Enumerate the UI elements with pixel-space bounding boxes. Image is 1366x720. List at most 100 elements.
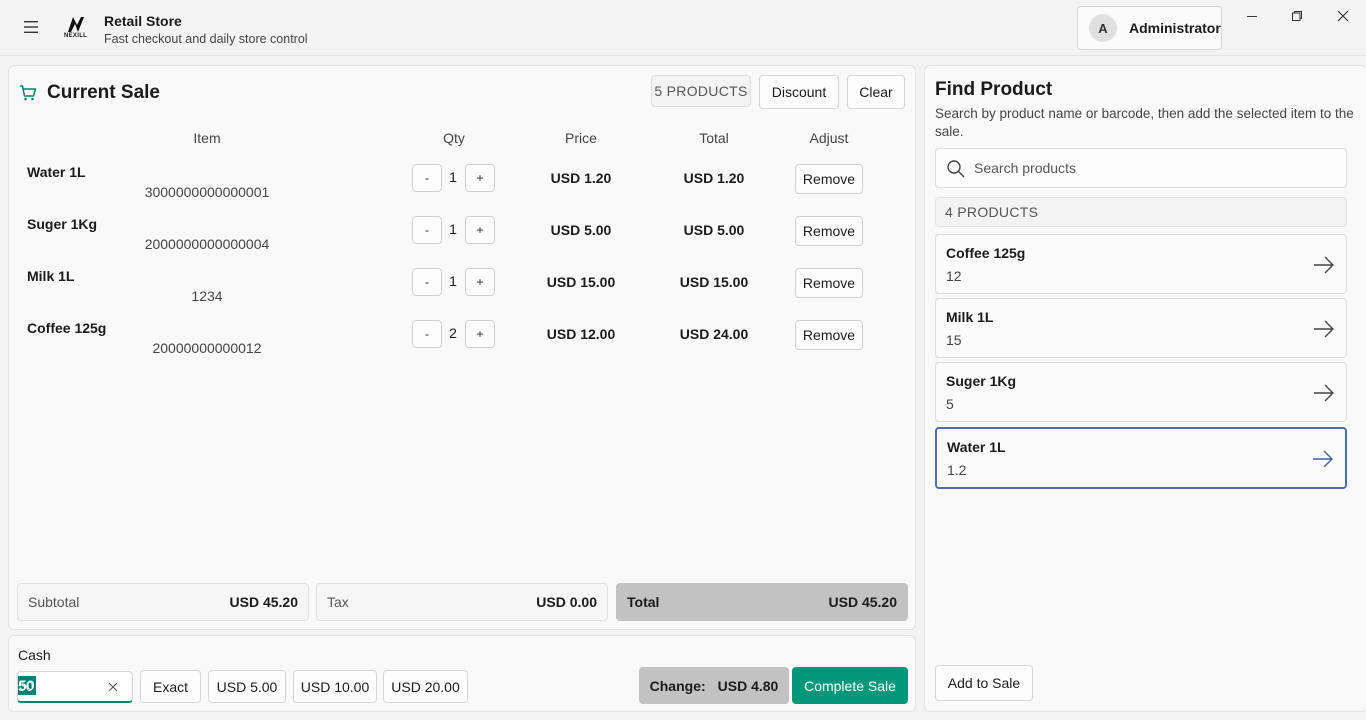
total-box: Total USD 45.20 [616, 583, 908, 621]
subtotal-value: USD 45.20 [229, 594, 298, 610]
arrow-right-icon [1314, 384, 1334, 402]
cash-input-field[interactable]: 50 [17, 671, 133, 703]
subtotal-label: Subtotal [28, 594, 80, 610]
item-name: Milk 1L [27, 268, 75, 284]
increase-qty-button[interactable]: + [465, 320, 495, 348]
product-card-water[interactable]: Water 1L 1.2 [935, 427, 1347, 489]
cash-input[interactable] [18, 672, 102, 700]
sale-header: Current Sale [19, 82, 160, 104]
cash-label: Cash [18, 647, 51, 663]
clear-button[interactable]: Clear [847, 75, 905, 109]
increase-qty-button[interactable]: + [465, 164, 495, 192]
table-row: Water 1L 3000000000000001 - 1 + USD 1.20… [9, 164, 915, 216]
payment-panel: Cash 50 Exact USD 5.00 USD 10.00 USD 20.… [8, 635, 916, 712]
minimize-icon[interactable] [1240, 6, 1264, 26]
page-title: Current Sale [47, 82, 160, 103]
item-barcode: 3000000000000001 [144, 184, 270, 200]
increase-qty-button[interactable]: + [465, 216, 495, 244]
table-row: Milk 1L 1234 - 1 + USD 15.00 USD 15.00 R… [9, 268, 915, 320]
complete-sale-button[interactable]: Complete Sale [792, 667, 908, 704]
quick-cash-10-button[interactable]: USD 10.00 [293, 670, 377, 703]
add-to-sale-button[interactable]: Add to Sale [935, 665, 1033, 701]
restore-icon[interactable] [1285, 6, 1309, 26]
decrease-qty-button[interactable]: - [412, 164, 442, 192]
item-total: USD 1.20 [683, 170, 745, 186]
clear-input-icon[interactable] [104, 678, 122, 696]
qty-value: 2 [449, 325, 457, 341]
avatar: A [1089, 14, 1117, 42]
product-price: 12 [946, 268, 962, 284]
qty-value: 1 [449, 273, 457, 289]
product-card-milk[interactable]: Milk 1L 15 [935, 298, 1347, 358]
products-count-badge: 5 PRODUCTS [651, 75, 751, 107]
item-name: Coffee 125g [27, 320, 107, 336]
product-name: Coffee 125g [946, 245, 1026, 261]
logo-text: NEXILL [64, 33, 88, 39]
total-value: USD 45.20 [828, 594, 897, 610]
product-card-suger[interactable]: Suger 1Kg 5 [935, 362, 1347, 422]
item-price: USD 12.00 [546, 326, 616, 342]
decrease-qty-button[interactable]: - [412, 320, 442, 348]
find-product-description: Search by product name or barcode, then … [935, 106, 1354, 139]
product-name: Milk 1L [946, 309, 994, 325]
arrow-right-icon [1313, 450, 1333, 468]
product-price: 1.2 [947, 462, 967, 478]
product-name: Water 1L [947, 439, 1006, 455]
remove-item-button[interactable]: Remove [795, 268, 863, 298]
exact-cash-button[interactable]: Exact [140, 670, 201, 703]
subtotal-box: Subtotal USD 45.20 [17, 583, 309, 621]
item-name: Suger 1Kg [27, 216, 98, 232]
current-sale-panel: Current Sale 5 PRODUCTS Discount Clear I… [8, 65, 916, 630]
table-row: Coffee 125g 20000000000012 - 2 + USD 12.… [9, 320, 915, 372]
item-total: USD 5.00 [683, 222, 745, 238]
increase-qty-button[interactable]: + [465, 268, 495, 296]
user-menu-button[interactable]: A Administrator [1077, 6, 1222, 50]
user-name: Administrator [1129, 20, 1221, 36]
arrow-right-icon [1314, 320, 1334, 338]
qty-value: 1 [449, 169, 457, 185]
tax-box: Tax USD 0.00 [316, 583, 608, 621]
remove-item-button[interactable]: Remove [795, 216, 863, 246]
decrease-qty-button[interactable]: - [412, 268, 442, 296]
total-label: Total [627, 594, 660, 610]
cart-icon [20, 85, 37, 101]
product-price: 5 [946, 396, 954, 412]
item-barcode: 20000000000012 [152, 340, 262, 356]
arrow-right-icon [1314, 256, 1334, 274]
item-price: USD 1.20 [550, 170, 612, 186]
product-name: Suger 1Kg [946, 373, 1017, 389]
remove-item-button[interactable]: Remove [795, 320, 863, 350]
app-subtitle: Fast checkout and daily store control [104, 32, 308, 46]
search-input[interactable] [974, 153, 1334, 183]
find-product-panel: Find Product Search by product name or b… [924, 65, 1366, 712]
change-display: Change: USD 4.80 [639, 667, 789, 704]
find-product-title: Find Product [935, 79, 1053, 100]
change-label: Change: [649, 677, 706, 694]
close-icon[interactable] [1331, 6, 1355, 26]
table-row: Suger 1Kg 2000000000000004 - 1 + USD 5.0… [9, 216, 915, 268]
search-box[interactable] [935, 148, 1347, 188]
column-header-price: Price [565, 130, 597, 146]
remove-item-button[interactable]: Remove [795, 164, 863, 194]
app-title: Retail Store [104, 13, 182, 29]
column-header-item: Item [193, 130, 221, 146]
column-header-qty: Qty [443, 130, 465, 146]
discount-button[interactable]: Discount [759, 75, 839, 109]
quick-cash-5-button[interactable]: USD 5.00 [208, 670, 286, 703]
item-name: Water 1L [27, 164, 86, 180]
item-total: USD 24.00 [679, 326, 749, 342]
decrease-qty-button[interactable]: - [412, 216, 442, 244]
search-icon [947, 160, 965, 178]
tax-value: USD 0.00 [536, 594, 597, 610]
change-value: USD 4.80 [717, 677, 779, 694]
item-price: USD 15.00 [546, 274, 616, 290]
item-barcode: 1234 [191, 288, 223, 304]
product-card-coffee[interactable]: Coffee 125g 12 [935, 234, 1347, 294]
item-total: USD 15.00 [679, 274, 749, 290]
quick-cash-20-button[interactable]: USD 20.00 [383, 670, 468, 703]
column-header-total: Total [699, 130, 729, 146]
tax-label: Tax [327, 594, 349, 610]
title-bar: NEXILL Retail Store Fast checkout and da… [0, 0, 1366, 56]
item-barcode: 2000000000000004 [144, 236, 270, 252]
menu-icon[interactable] [20, 16, 42, 38]
